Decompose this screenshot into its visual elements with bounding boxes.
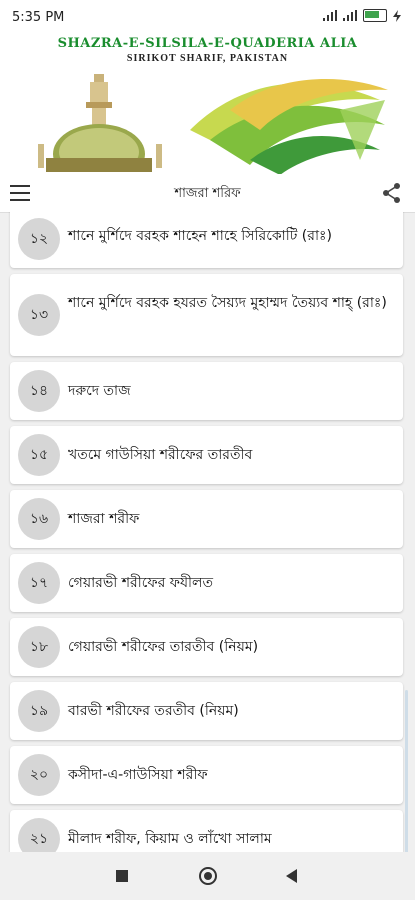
page-title: শাজরা শরিফ	[174, 186, 241, 201]
item-number: ১৮	[18, 626, 60, 668]
item-label: দরুদে তাজ	[68, 383, 131, 399]
scrollbar[interactable]	[405, 690, 408, 852]
list-item[interactable]: ২১ মীলাদ শরীফ, কিয়াম ও লাঁখো সালাম	[10, 810, 403, 852]
content-list[interactable]: ১২ শানে মুর্শিদে বরহক শাহেন শাহে সিরিকোট…	[0, 212, 415, 852]
item-number: ১৭	[18, 562, 60, 604]
item-number: ২১	[18, 818, 60, 852]
item-number: ১৪	[18, 370, 60, 412]
item-label: গেয়ারভী শরীফের ফযীলত	[68, 575, 213, 591]
battery-icon	[363, 9, 387, 22]
list-item[interactable]: ১৮ গেয়ারভী শরীফের তারতীব (নিয়ম)	[10, 618, 403, 676]
back-icon[interactable]	[286, 869, 297, 883]
item-label: শানে মুর্শিদে বরহক শাহেন শাহে সিরিকোটি (…	[68, 228, 332, 244]
item-label: শানে মুর্শিদে বরহক হযরত সৈয়্যদ মুহাম্মদ…	[68, 295, 387, 311]
list-item[interactable]: ২০ কসীদা-এ-গাউসিয়া শরীফ	[10, 746, 403, 804]
recent-apps-icon[interactable]	[116, 870, 128, 882]
banner-title: SHAZRA-E-SILSILA-E-QUADERIA ALIA	[57, 36, 358, 51]
list-item[interactable]: ১৯ বারভী শরীফের তরতীব (নিয়ম)	[10, 682, 403, 740]
item-number: ১২	[18, 218, 60, 260]
list-item[interactable]: ১৩ শানে মুর্শিদে বরহক হযরত সৈয়্যদ মুহাম…	[10, 274, 403, 356]
item-label: গেয়ারভী শরীফের তারতীব (নিয়ম)	[68, 639, 259, 655]
home-icon[interactable]	[199, 867, 217, 885]
item-label: বারভী শরীফের তরতীব (নিয়ম)	[68, 703, 239, 719]
item-number: ১৬	[18, 498, 60, 540]
signal-icon-2	[343, 10, 357, 21]
header-banner: SHAZRA-E-SILSILA-E-QUADERIA ALIA SIRIKOT…	[0, 34, 415, 174]
status-icons	[323, 9, 401, 22]
item-label: কসীদা-এ-গাউসিয়া শরীফ	[68, 767, 208, 783]
list-item[interactable]: ১৫ খতমে গাউসিয়া শরীফের তারতীব	[10, 426, 403, 484]
share-icon[interactable]	[381, 182, 403, 204]
system-nav-bar	[0, 852, 415, 900]
list-item[interactable]: ১২ শানে মুর্শিদে বরহক শাহেন শাহে সিরিকোট…	[10, 212, 403, 268]
status-bar: 5:35 PM	[0, 0, 415, 34]
list-item[interactable]: ১৪ দরুদে তাজ	[10, 362, 403, 420]
item-number: ১৩	[18, 294, 60, 336]
item-number: ১৯	[18, 690, 60, 732]
item-label: শাজরা শরীফ	[68, 511, 140, 527]
app-bar: শাজরা শরিফ	[0, 174, 415, 213]
item-number: ১৫	[18, 434, 60, 476]
signal-icon	[323, 10, 337, 21]
item-label: খতমে গাউসিয়া শরীফের তারতীব	[68, 447, 253, 463]
list-item[interactable]: ১৬ শাজরা শরীফ	[10, 490, 403, 548]
status-time: 5:35 PM	[12, 10, 65, 25]
item-label: মীলাদ শরীফ, কিয়াম ও লাঁখো সালাম	[68, 831, 272, 847]
list-item[interactable]: ১৭ গেয়ারভী শরীফের ফযীলত	[10, 554, 403, 612]
item-number: ২০	[18, 754, 60, 796]
banner-subtitle: SIRIKOT SHARIF, PAKISTAN	[126, 53, 289, 64]
charging-icon	[393, 9, 401, 22]
mosque-dome-image	[38, 74, 162, 172]
green-swirl-image	[190, 78, 388, 174]
